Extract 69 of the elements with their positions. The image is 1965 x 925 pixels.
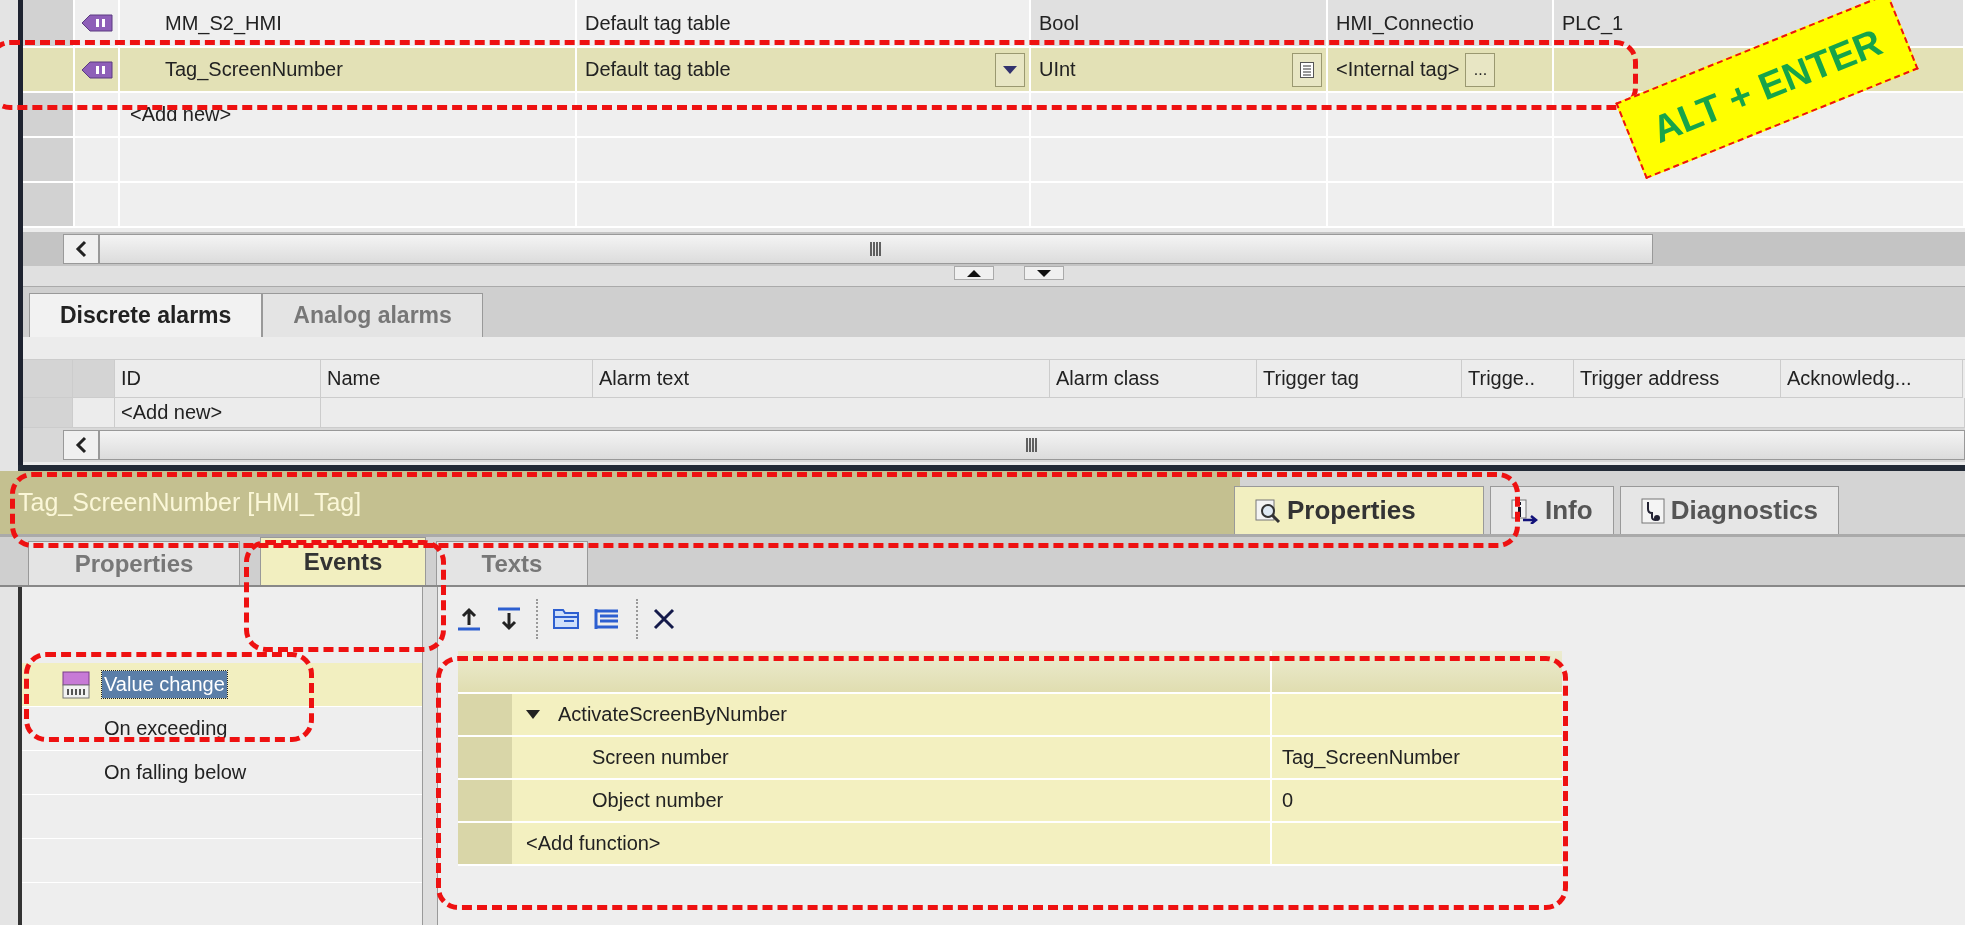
event-item[interactable]: On exceeding [102,715,230,742]
row-header [458,651,512,694]
scrollbar[interactable] [99,234,1653,264]
folder-button[interactable] [552,607,580,631]
tab[interactable]: Analog alarms [262,293,483,337]
browse-button[interactable]: ... [1465,52,1496,87]
stethoscope-icon [1640,497,1665,524]
collapse-up-button[interactable] [954,266,994,280]
folder-icon [552,607,580,631]
list-button[interactable] [1292,52,1322,87]
tag-icon [79,13,114,33]
function-icon [62,670,90,699]
tab[interactable]: Texts [436,541,588,585]
table-cell[interactable]: MM_S2_HMI [120,0,577,48]
tag-table-name: Default tag table [585,58,731,81]
dropdown-button[interactable] [995,52,1025,87]
close-icon [652,607,676,631]
tag-table-name: Default tag table [585,11,731,35]
connection: <Internal tag> [1336,58,1460,81]
column-header[interactable]: Trigge.. [1462,360,1574,398]
table-cell[interactable]: Tag_ScreenNumber [120,48,577,93]
delete-button[interactable] [652,607,676,631]
tab[interactable]: Properties [28,541,240,585]
event-item[interactable]: On falling below [102,759,249,786]
tag-icon [79,59,114,80]
inspector-title: Tag_ScreenNumber [HMI_Tag] [18,488,362,517]
table-cell: Screen number [512,737,1272,780]
table-cell[interactable]: <Add function> [512,823,1272,866]
grip-icon [1026,438,1038,452]
move-up-button[interactable] [456,606,482,632]
grip-icon [870,242,882,256]
triangle-down-icon [1037,269,1051,277]
caret-icon [1003,65,1017,74]
data-type: Bool [1039,11,1080,35]
column-header[interactable]: Acknowledg... [1781,360,1963,398]
scrollbar[interactable] [99,430,1965,460]
column-header[interactable]: Trigger address [1574,360,1781,398]
arrow-down-icon [496,606,522,632]
triangle-up-icon [967,269,981,277]
column-header[interactable]: Alarm class [1050,360,1257,398]
chevron-left-icon [75,436,87,454]
column-header[interactable]: Trigger tag [1257,360,1462,398]
column-header[interactable]: Alarm text [593,360,1050,398]
table-cell[interactable]: <Add new> [115,398,321,428]
connection: HMI_Connectio [1336,11,1474,35]
info-icon [1511,497,1539,524]
tab[interactable]: Properties [1234,486,1484,534]
chevron-left-icon [75,240,87,258]
expand-toggle-icon[interactable] [526,709,540,720]
scroll-left-button[interactable] [63,430,99,460]
table-cell[interactable]: <Add new> [120,93,577,138]
event-item[interactable]: Value change [102,671,227,698]
table-cell[interactable]: Tag_ScreenNumber [1272,737,1562,780]
data-type: UInt [1039,58,1076,81]
table-cell: Object number [512,780,1272,823]
move-down-button[interactable] [496,606,522,632]
arrow-up-icon [456,606,482,632]
function-name: ActivateScreenByNumber [558,703,787,726]
tab[interactable]: Info [1490,486,1614,534]
splitter[interactable] [422,587,438,925]
magnifier-icon [1255,497,1281,524]
tab[interactable]: Discrete alarms [29,293,263,337]
column-header[interactable]: ID [115,360,321,398]
collapse-down-button[interactable] [1024,266,1064,280]
scroll-left-button[interactable] [63,234,99,264]
list-icon [1300,61,1314,78]
column-header[interactable]: Name [321,360,593,398]
table-cell[interactable]: 0 [1272,780,1562,823]
tab[interactable]: Diagnostics [1619,486,1840,534]
